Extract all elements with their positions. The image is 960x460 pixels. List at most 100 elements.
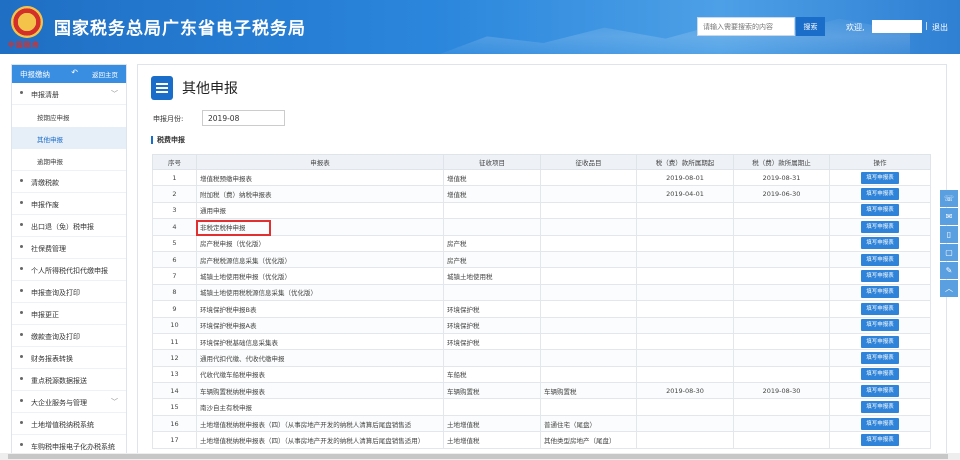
table-cell [443,349,541,367]
table-cell: 环境保护税申报A表 [196,316,444,334]
search-button[interactable]: 搜索 [796,17,825,36]
service-icon[interactable]: ☏ [940,190,958,207]
table-cell [540,283,637,302]
table-cell: 环境保护税 [443,332,541,351]
sidebar-item-payment-query[interactable]: 缴款查询及打印 [12,325,126,347]
fill-form-button[interactable]: 填写申报表 [861,384,899,397]
mobile-icon[interactable]: ▯ [940,226,958,243]
col-header: 税（费）款所属期起 [636,154,734,170]
col-header: 申报表 [196,154,444,170]
fill-form-button[interactable]: 填写申报表 [861,417,899,430]
table-cell: 土地增值税 [443,414,541,433]
sidebar-item-iit-withholding[interactable]: 个人所得税代扣代缴申报 [12,259,126,281]
feedback-icon[interactable]: ✎ [940,262,958,279]
table-cell: 2019-08-01 [636,168,734,187]
table-cell [733,332,830,351]
table-cell [636,300,734,318]
sidebar-item-key-source[interactable]: 重点税源数据报送 [12,369,126,391]
action-cell: 填写申报表 [829,201,931,220]
bullet-icon [20,179,23,182]
back-to-top-icon[interactable]: ︿ [940,280,958,297]
col-header: 税（费）款所属期止 [733,154,830,170]
table-cell: 通用代扣代缴、代收代缴申报 [196,349,444,367]
sidebar-sub-overdue[interactable]: 逾期申报 [12,149,126,171]
table-cell [540,168,637,187]
fill-form-button[interactable]: 填写申报表 [861,220,899,233]
sidebar-item-label: 土地增值税纳税系统 [31,421,94,429]
fill-form-button[interactable]: 填写申报表 [861,302,899,315]
scrollbar-thumb[interactable] [8,454,948,459]
sidebar-item-label: 申报清册 [31,91,59,99]
sidebar-item-report-convert[interactable]: 财务报表转换 [12,347,126,369]
table-cell: 房产税 [443,250,541,269]
fill-form-button[interactable]: 填写申报表 [861,433,899,446]
back-arrow-icon[interactable]: ↶ [71,68,78,77]
table-cell: 车辆购置税 [540,382,637,400]
welcome-text: 欢迎, [846,23,865,32]
main-content: 其他申报 申报月份: 税费申报 序号 申报表 征收项目 征收品目 税（费）款所属… [137,64,947,460]
search-input[interactable] [697,17,795,36]
fill-form-button[interactable]: 填写申报表 [861,401,899,414]
month-input[interactable] [202,110,285,126]
sidebar-sub-periodic[interactable]: 按期应申报 [12,105,126,127]
sidebar-item-land-vat[interactable]: 土地增值税纳税系统 [12,413,126,435]
table-cell [733,414,830,433]
horizontal-scrollbar[interactable] [0,453,960,460]
fill-form-button[interactable]: 填写申报表 [861,319,899,332]
fill-form-button[interactable]: 填写申报表 [861,253,899,266]
table-cell [733,316,830,334]
fill-form-button[interactable]: 填写申报表 [861,286,899,299]
sidebar-item-large-enterprise[interactable]: 大企业服务与管理 ﹀ [12,391,126,413]
sidebar-item-label: 缴款查询及打印 [31,333,80,341]
table-cell: 代收代缴车船税申报表 [196,365,444,384]
sidebar-item-label: 财务报表转换 [31,355,73,363]
fill-form-button[interactable]: 填写申报表 [861,237,899,250]
col-header: 操作 [829,154,931,170]
notebook-icon [151,76,173,100]
sidebar-item-clear-tax[interactable]: 清缴税款 [12,171,126,193]
fill-form-button[interactable]: 填写申报表 [861,188,899,201]
sidebar-item-filing-list[interactable]: 申报清册 ﹀ [12,83,126,105]
action-cell: 填写申报表 [829,316,931,334]
fill-form-button[interactable]: 填写申报表 [861,270,899,283]
table-cell [636,365,734,384]
table-row: 1 增值税预缴申报表 增值税 2019-08-01 2019-08-31 填写申报表 [152,168,931,187]
fill-form-button[interactable]: 填写申报表 [861,368,899,381]
table-row: 14 车辆购置税纳税申报表 车辆购置税 车辆购置税 2019-08-30 2019-08-… [152,382,931,400]
table-cell: 环境保护税申报B表 [196,300,444,318]
table-cell: 10 [152,316,197,334]
table-cell: 8 [152,283,197,302]
table-cell [733,349,830,367]
back-home-link[interactable]: 返回主页 [92,69,118,79]
sidebar-item-correction[interactable]: 申报更正 [12,303,126,325]
tablet-icon[interactable]: ▢ [940,244,958,261]
table-row: 7 城镇土地使用税申报（优化版） 城镇土地使用税 填写申报表 [152,267,931,285]
action-cell: 填写申报表 [829,349,931,367]
sidebar-item-label: 大企业服务与管理 [31,399,87,407]
sidebar-item-void[interactable]: 申报作废 [12,193,126,215]
table-cell: 城镇土地使用税税源信息采集（优化版） [196,283,444,302]
logout-link[interactable]: 退出 [932,22,948,33]
sidebar-item-export-refund[interactable]: 出口退（免）税申报 [12,215,126,237]
table-cell: 附加税（费）纳税申报表 [196,185,444,203]
table-cell [636,250,734,269]
sidebar-item-query-print[interactable]: 申报查询及打印 [12,281,126,303]
table-cell [540,365,637,384]
fill-form-button[interactable]: 填写申报表 [861,351,899,364]
fill-form-button[interactable]: 填写申报表 [861,171,899,184]
fill-form-button[interactable]: 填写申报表 [861,204,899,217]
table-row: 10 环境保护税申报A表 环境保护税 填写申报表 [152,316,931,334]
table-cell [540,332,637,351]
site-header: 中国税务 国家税务总局广东省电子税务局 搜索 欢迎, | 退出 [0,0,960,54]
fill-form-button[interactable]: 填写申报表 [861,335,899,348]
bullet-icon [20,443,23,446]
table-cell [636,316,734,334]
action-cell: 填写申报表 [829,218,931,236]
table-cell: 城镇土地使用税 [443,267,541,285]
sidebar-header: 申报缴纳 ↶ 返回主页 [12,65,126,83]
sidebar-sub-other[interactable]: 其他申报 [12,127,126,149]
table-cell [443,218,541,236]
action-cell: 填写申报表 [829,250,931,269]
sidebar-item-social-security[interactable]: 社保费管理 [12,237,126,259]
weibo-icon[interactable]: ✉ [940,208,958,225]
